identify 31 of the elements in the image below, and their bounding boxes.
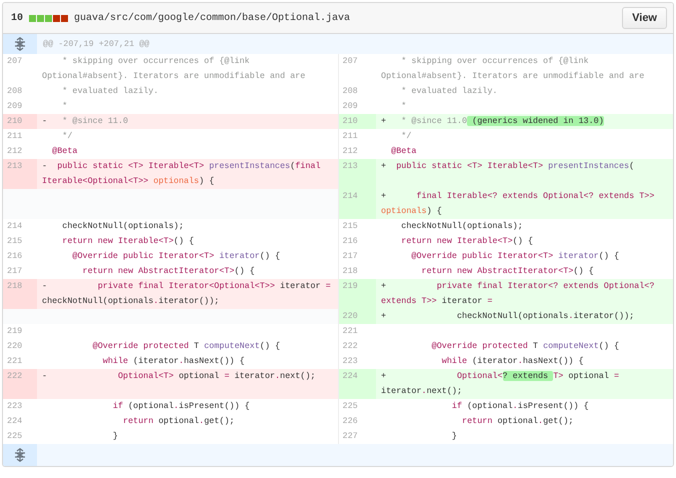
changes-count: 10	[11, 12, 24, 24]
line-number[interactable]: 209	[338, 99, 376, 114]
line-number[interactable]: 220	[338, 309, 376, 324]
line-number[interactable]: 221	[338, 324, 376, 339]
line-number[interactable]: 211	[338, 129, 376, 144]
line-number[interactable]: 219	[338, 279, 376, 309]
line-number[interactable]: 225	[338, 399, 376, 414]
line-number[interactable]: 210	[338, 114, 376, 129]
line-number[interactable]: 223	[338, 354, 376, 369]
line-number[interactable]: 218	[3, 279, 37, 309]
line-number[interactable]: 209	[3, 99, 37, 114]
line-number[interactable]: 212	[3, 144, 37, 159]
file-path: guava/src/com/google/common/base/Optional.java	[74, 12, 352, 24]
line-number[interactable]: 221	[3, 354, 37, 369]
hunk-header: @@ -207,19 +207,21 @@	[37, 34, 673, 54]
line-number[interactable]: 225	[3, 429, 37, 444]
line-number[interactable]: 222	[3, 369, 37, 399]
view-button[interactable]: View	[622, 7, 667, 29]
line-number[interactable]: 210	[3, 114, 37, 129]
line-number[interactable]: 214	[338, 189, 376, 219]
line-number[interactable]: 217	[3, 264, 37, 279]
line-number[interactable]: 207	[338, 54, 376, 84]
line-number[interactable]: 224	[338, 369, 376, 399]
line-number[interactable]: 218	[338, 264, 376, 279]
line-number[interactable]: 212	[338, 144, 376, 159]
line-number[interactable]: 213	[3, 159, 37, 189]
expand-icon[interactable]	[14, 37, 26, 51]
expand-icon[interactable]	[14, 448, 26, 462]
line-number[interactable]: 213	[338, 159, 376, 189]
line-number[interactable]: 215	[338, 219, 376, 234]
line-number[interactable]: 227	[338, 429, 376, 444]
